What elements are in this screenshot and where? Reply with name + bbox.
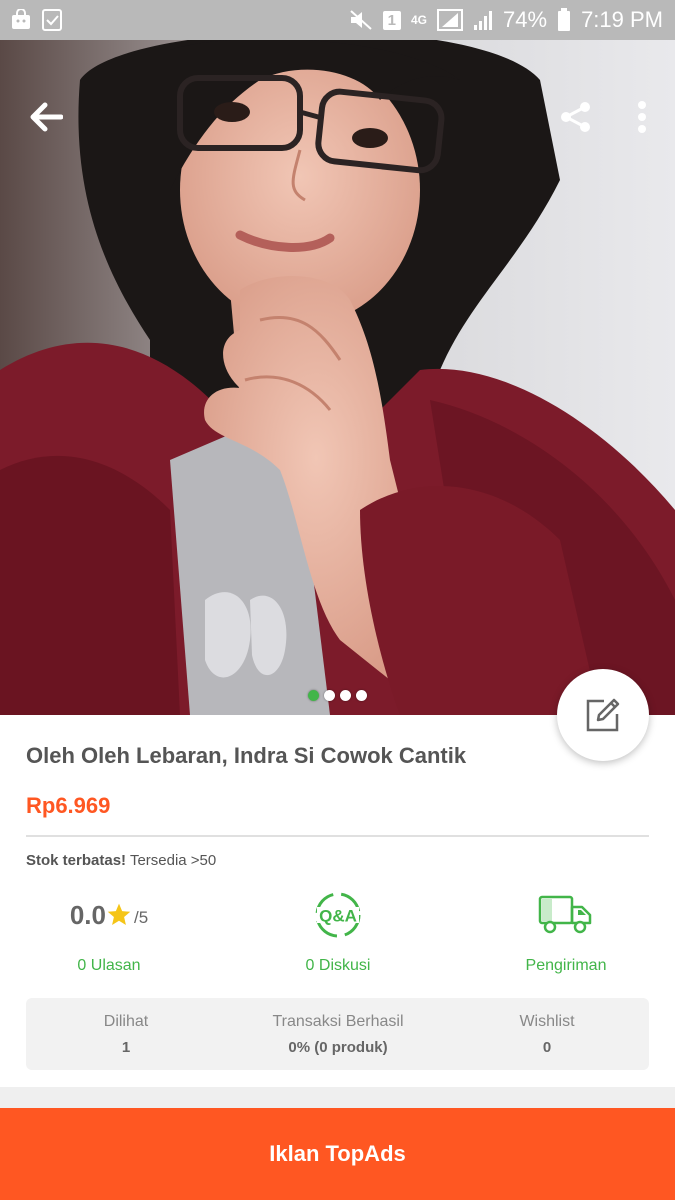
carousel-dot[interactable] (340, 690, 351, 701)
status-bar: 1 4G 74% 7:19 PM (0, 0, 675, 40)
views-counter: Dilihat 1 (26, 1013, 226, 1056)
edit-product-button[interactable] (557, 669, 649, 761)
discussion-label: 0 Diskusi (305, 957, 371, 974)
counter-label: Dilihat (103, 1013, 149, 1030)
star-icon (107, 903, 131, 925)
shipping-label: Pengiriman (525, 957, 607, 974)
arrow-left-icon (30, 102, 63, 132)
carousel-dot[interactable] (356, 690, 367, 701)
back-button[interactable] (14, 85, 78, 149)
signal-icon-2 (473, 9, 493, 31)
rating: 0.0 /5 (9, 890, 209, 940)
shopping-bag-icon (10, 9, 32, 31)
section-separator (0, 1087, 675, 1108)
qa-icon-text: Q&A (319, 907, 357, 926)
sim-badge: 1 (382, 10, 401, 30)
rating-value: 0.0 (69, 899, 106, 930)
counter-label: Wishlist (519, 1013, 575, 1030)
qa-icon: Q&A (238, 890, 438, 940)
topads-button[interactable]: Iklan TopAds (0, 1108, 675, 1200)
more-vert-icon (638, 101, 646, 133)
rating-max: /5 (133, 908, 149, 927)
mute-icon (349, 9, 373, 31)
product-title: Oleh Oleh Lebaran, Indra Si Cowok Cantik (26, 743, 467, 768)
stock-available-label: Tersedia >50 (129, 852, 217, 869)
share-button[interactable] (544, 85, 608, 149)
signal-icon (437, 9, 464, 31)
share-icon (561, 102, 590, 132)
product-image-carousel[interactable] (0, 40, 675, 715)
network-type: 4G (411, 13, 428, 27)
stats-counters: Dilihat 1 Transaksi Berhasil 0% (0 produ… (26, 998, 649, 1070)
shipping-stat[interactable]: Pengiriman (466, 890, 666, 975)
divider (26, 835, 649, 837)
product-info-card: Oleh Oleh Lebaran, Indra Si Cowok Cantik… (0, 715, 675, 1087)
truck-icon (466, 890, 666, 940)
edit-icon (586, 698, 620, 732)
battery-percent: 74% (503, 7, 548, 32)
stock-limited-label: Stok terbatas! (26, 852, 127, 869)
counter-label: Transaksi Berhasil (272, 1013, 404, 1030)
product-price: Rp6.969 (26, 793, 111, 818)
discussion-stat[interactable]: Q&A 0 Diskusi (238, 890, 438, 975)
battery-icon (557, 8, 571, 32)
clock: 7:19 PM (581, 7, 663, 32)
counter-value: 0% (0 produk) (288, 1039, 388, 1056)
task-check-icon (42, 9, 62, 31)
carousel-dot[interactable] (324, 690, 335, 701)
wishlist-counter: Wishlist 0 (447, 1013, 647, 1056)
reviews-label: 0 Ulasan (77, 957, 141, 974)
counter-value: 1 (121, 1039, 131, 1056)
counter-value: 0 (542, 1039, 552, 1056)
transactions-counter: Transaksi Berhasil 0% (0 produk) (238, 1013, 438, 1056)
reviews-stat[interactable]: 0.0 /5 0 Ulasan (9, 890, 209, 975)
carousel-dot[interactable] (308, 690, 319, 701)
stock-info: Stok terbatas! Tersedia >50 (26, 852, 216, 869)
more-options-button[interactable] (610, 85, 674, 149)
